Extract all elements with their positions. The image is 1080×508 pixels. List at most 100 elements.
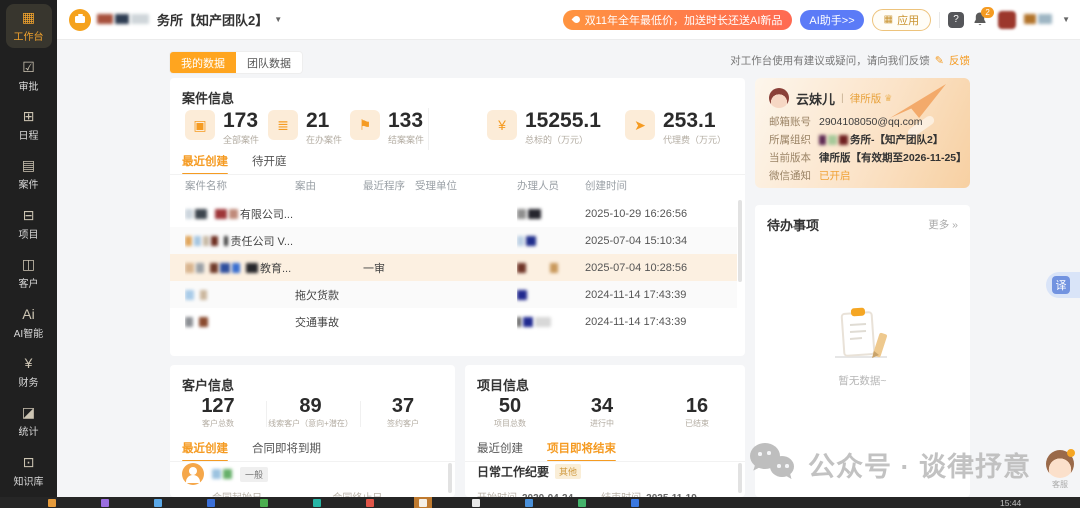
case-table-row[interactable]: 教育...一审2025-07-04 10:28:56 xyxy=(170,254,737,281)
scrollbar[interactable] xyxy=(738,200,742,282)
redacted-block xyxy=(1038,14,1052,24)
tab-upcoming-hearing[interactable]: 待开庭 xyxy=(252,153,287,175)
cell-created: 2025-07-04 10:28:56 xyxy=(585,254,737,281)
taskbar-app-icon[interactable] xyxy=(578,499,586,507)
translate-fab[interactable]: 译 xyxy=(1046,272,1080,298)
help-icon[interactable]: ? xyxy=(948,12,964,28)
approval-icon: ☑ xyxy=(22,60,35,75)
cell-handlers xyxy=(517,254,583,281)
taskbar-app-icon[interactable] xyxy=(48,499,56,507)
org-row: 所属组织 务所-【知产团队2】 xyxy=(769,132,943,147)
taskbar-app-icon[interactable] xyxy=(366,499,374,507)
contract-dates: 合同起始日- 合同终止日- xyxy=(182,489,447,497)
taskbar-app-icon[interactable] xyxy=(525,499,533,507)
tab-team-data[interactable]: 团队数据 xyxy=(236,52,302,73)
user-avatar xyxy=(769,88,789,108)
sidebar-item-clients[interactable]: ◫客户 xyxy=(0,250,57,299)
wechat-status: 已开启 xyxy=(819,168,851,183)
user-avatar[interactable] xyxy=(998,11,1016,29)
taskbar-app-icon[interactable] xyxy=(472,499,480,507)
sidebar-item-finance[interactable]: ¥财务 xyxy=(0,349,57,398)
redacted-block xyxy=(210,263,218,273)
case-table-row[interactable]: 交通事故2024-11-14 17:43:39 xyxy=(170,308,737,335)
sidebar-item-cases[interactable]: ▤案件 xyxy=(0,151,57,200)
sidebar-item-approval[interactable]: ☑审批 xyxy=(0,53,57,102)
feedback-link[interactable]: 反馈 xyxy=(949,53,970,68)
notification-bell-icon[interactable]: 2 xyxy=(972,11,990,29)
stat-label: 总标的（万元） xyxy=(525,133,601,146)
redacted-block xyxy=(523,317,533,327)
schedule-icon: ⊞ xyxy=(23,109,35,124)
sidebar-item-statistics[interactable]: ◪统计 xyxy=(0,398,57,447)
column-court: 受理单位 xyxy=(415,178,457,193)
clients-icon: ◫ xyxy=(22,257,35,272)
cell-handlers xyxy=(517,227,583,254)
redacted-block xyxy=(535,317,551,327)
cell-cause xyxy=(295,200,361,227)
fee-icon: ➤ xyxy=(625,110,655,140)
case-table-row[interactable]: 有限公司...2025-10-29 16:26:56 xyxy=(170,200,737,227)
case-table-row[interactable]: 拖欠货款2024-11-14 17:43:39 xyxy=(170,281,737,308)
taskbar-app-icon[interactable] xyxy=(154,499,162,507)
scrollbar[interactable] xyxy=(448,463,452,493)
sidebar-item-projects[interactable]: ⊟项目 xyxy=(0,201,57,250)
taskbar-app-icon[interactable] xyxy=(419,499,427,507)
cell-handlers xyxy=(517,308,583,335)
card-title: 案件信息 xyxy=(182,88,234,107)
translate-icon: 译 xyxy=(1052,276,1070,294)
stat-all-cases: ▣ 173 全部案件 xyxy=(185,110,259,146)
taskbar-app-icon[interactable] xyxy=(313,499,321,507)
stat-value: 133 xyxy=(388,110,424,132)
wechat-row: 微信通知 已开启 xyxy=(769,168,851,183)
stat-value: 173 xyxy=(223,110,259,132)
redacted-block xyxy=(115,14,129,24)
sidebar-item-schedule[interactable]: ⊞ 日程 xyxy=(0,102,57,151)
apps-button[interactable]: ▦ 应用 xyxy=(872,9,931,31)
redacted-block xyxy=(1024,14,1036,24)
workspace-switcher[interactable]: 务所【知产团队2】 ▼ xyxy=(69,9,282,31)
tab-recently-created[interactable]: 最近创建 xyxy=(477,440,523,462)
client-list-tabs: 最近创建 合同即将到期 xyxy=(182,440,321,462)
tab-project-ending[interactable]: 项目即将结束 xyxy=(547,440,616,462)
tab-recently-created[interactable]: 最近创建 xyxy=(182,153,228,175)
column-created: 创建时间 xyxy=(585,178,627,193)
taskbar-app-icon[interactable] xyxy=(101,499,109,507)
redacted-block xyxy=(185,290,194,300)
stat-agency-fee: ➤ 253.1 代理费（万元） xyxy=(625,110,726,146)
taskbar-app-icon[interactable] xyxy=(260,499,268,507)
cell-court xyxy=(415,227,515,254)
firm-name: 务所【知产团队2】 xyxy=(157,10,268,29)
ai-assistant-button[interactable]: AI助手>> xyxy=(800,10,863,30)
sidebar-item-label: 日程 xyxy=(19,127,39,142)
redacted-block xyxy=(215,209,227,219)
redacted-block xyxy=(195,209,207,219)
cell-court xyxy=(415,308,515,335)
scrollbar[interactable] xyxy=(738,463,742,493)
sidebar-item-ai[interactable]: AiAI智能 xyxy=(0,300,57,349)
redacted-block xyxy=(220,263,230,273)
stat-value: 15255.1 xyxy=(525,110,601,132)
more-link[interactable]: 更多 » xyxy=(928,217,958,232)
chevron-down-icon[interactable]: ▼ xyxy=(1062,15,1070,24)
redacted-block xyxy=(194,236,201,246)
field-label: 所属组织 xyxy=(769,132,811,147)
main-content: 我的数据 团队数据 案件信息 ▣ 173 全部案件 ≣ 21 在办案件 ⚑ 13… xyxy=(57,41,1080,497)
taskbar-app-icon[interactable] xyxy=(631,499,639,507)
tab-contract-expiring[interactable]: 合同即将到期 xyxy=(252,440,321,462)
taskbar-app-icon[interactable] xyxy=(207,499,215,507)
client-list-item[interactable]: 一般 xyxy=(182,463,268,485)
divider xyxy=(939,12,940,28)
sidebar-item-knowledge[interactable]: ⊡知识库 xyxy=(0,448,57,497)
promo-banner[interactable]: 双11年全年最低价，加送时长还送AI新品 xyxy=(563,10,793,30)
redacted-block xyxy=(224,236,229,246)
sidebar-item-workbench[interactable]: ▦工作台 xyxy=(6,4,52,48)
stat-label: 签约客户 xyxy=(363,418,443,429)
case-table-row[interactable]: 责任公司 V...2025-07-04 15:10:34 xyxy=(170,227,737,254)
customer-service-fab[interactable]: 客服 xyxy=(1044,450,1076,490)
redacted-block xyxy=(185,236,192,246)
stat-total-projects: 50 项目总数 xyxy=(470,395,550,429)
stat-value: 16 xyxy=(657,395,737,417)
project-list-item[interactable]: 日常工作纪要 其他 xyxy=(477,463,581,480)
tab-my-data[interactable]: 我的数据 xyxy=(170,52,236,73)
tab-recently-created[interactable]: 最近创建 xyxy=(182,440,228,462)
